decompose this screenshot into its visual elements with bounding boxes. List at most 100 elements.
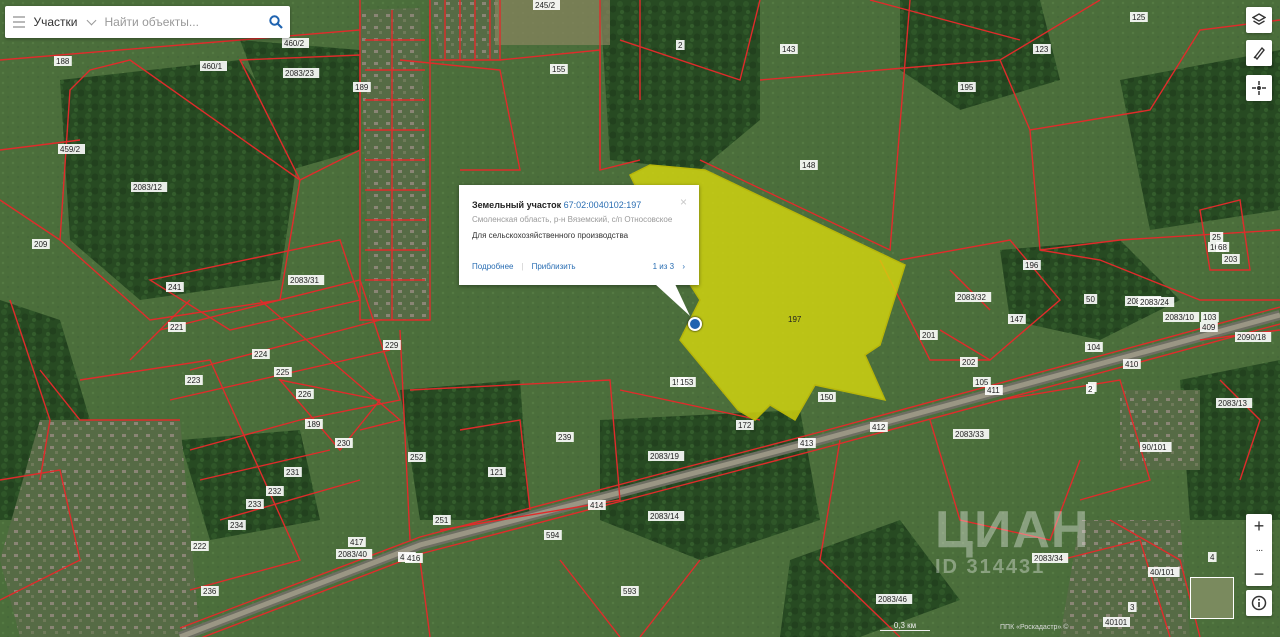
plot-label: 209 — [34, 240, 48, 249]
plot-label: 40/101 — [1150, 568, 1175, 577]
plot-label: 409 — [1202, 323, 1216, 332]
plot-label: 593 — [623, 587, 637, 596]
plot-label: 203 — [1224, 255, 1238, 264]
plot-label: 460/1 — [202, 62, 223, 71]
plot-label: 104 — [1087, 343, 1101, 352]
popup-pager[interactable]: 1 из 3 › — [653, 262, 685, 271]
plot-label: 2083/24 — [1140, 298, 1169, 307]
locate-button[interactable] — [1246, 75, 1272, 101]
parcel-popup: Земельный участок 67:02:0040102:197 × См… — [459, 185, 699, 285]
plot-label: 460/2 — [284, 39, 305, 48]
plot-label: 123 — [1035, 45, 1049, 54]
location-marker[interactable] — [688, 317, 702, 331]
plot-label: 221 — [170, 323, 184, 332]
plot-label: 224 — [254, 350, 268, 359]
plot-label: 189 — [355, 83, 369, 92]
plot-label: 2083/23 — [285, 69, 314, 78]
popup-object-type: Земельный участок — [472, 200, 562, 210]
plot-label: 232 — [268, 487, 282, 496]
plot-label: 150 — [820, 393, 834, 402]
plot-label: 414 — [590, 501, 604, 510]
plot-label: 2083/32 — [957, 293, 986, 302]
watermark: ЦИАН ID 314431 — [935, 500, 1089, 579]
pager-label: 1 из 3 — [652, 262, 675, 271]
plot-label: 2083/10 — [1165, 313, 1194, 322]
plot-label: 25 — [1212, 233, 1221, 242]
plot-label: 189 — [307, 420, 321, 429]
plot-label: 50 — [1086, 295, 1095, 304]
plot-label: 252 — [410, 453, 424, 462]
plot-label: 2083/33 — [955, 430, 984, 439]
plot-label: 2083/40 — [338, 550, 367, 559]
plot-label: 147 — [1010, 315, 1024, 324]
plot-label: 413 — [800, 439, 814, 448]
plot-label: 417 — [350, 538, 364, 547]
plot-label: 239 — [558, 433, 572, 442]
link-separator: | — [521, 262, 524, 271]
search-icon[interactable] — [262, 15, 291, 29]
search-bar: Участки — [5, 6, 290, 38]
plot-label: 236 — [203, 587, 217, 596]
plot-label: 148 — [802, 161, 816, 170]
plot-label: 2083/46 — [878, 595, 907, 604]
zoom-to-link[interactable]: Приблизить — [532, 262, 576, 271]
layer-select[interactable]: Участки — [34, 15, 103, 29]
plot-label: 188 — [56, 57, 70, 66]
close-icon[interactable]: × — [680, 195, 687, 209]
zoom-out-button[interactable]: − — [1246, 562, 1272, 586]
plot-label: 196 — [1025, 261, 1039, 270]
plot-label: 125 — [1132, 13, 1146, 22]
plot-label: 153 — [680, 378, 694, 387]
plot-label: 2083/12 — [133, 183, 162, 192]
plot-label: 201 — [922, 331, 936, 340]
layers-icon — [1252, 13, 1266, 26]
plot-label: 195 — [960, 83, 974, 92]
chevron-down-icon — [86, 15, 96, 25]
plot-label: 4 — [1210, 553, 1215, 562]
popup-cadastral-number[interactable]: 67:02:0040102:197 — [564, 200, 642, 210]
ruler-icon — [1253, 46, 1265, 60]
locate-icon — [1252, 81, 1266, 95]
plot-label: 230 — [337, 439, 351, 448]
plot-label: 2083/19 — [650, 452, 679, 461]
ruler-button[interactable] — [1246, 40, 1272, 66]
plot-label: 245/2 — [535, 1, 556, 10]
plot-label: 172 — [738, 421, 752, 430]
info-button[interactable] — [1246, 590, 1272, 616]
plot-label: 2083/13 — [1218, 399, 1247, 408]
plot-label: 2083/14 — [650, 512, 679, 521]
plot-label: 412 — [872, 423, 886, 432]
layer-select-label: Участки — [33, 15, 78, 29]
attribution: ППК «Роскадастр» © — [1000, 624, 1069, 631]
plot-label: 225 — [276, 368, 290, 377]
search-input[interactable] — [102, 14, 262, 30]
plot-label: 121 — [490, 468, 504, 477]
plot-label: 459/2 — [60, 145, 81, 154]
plot-label: 222 — [193, 542, 207, 551]
plot-label: 68 — [1218, 243, 1227, 252]
plot-label: 90/101 — [1142, 443, 1167, 452]
plot-label: 229 — [385, 341, 399, 350]
menu-icon[interactable] — [5, 16, 34, 28]
popup-title: Земельный участок 67:02:0040102:197 — [472, 200, 641, 210]
plot-label: 226 — [298, 390, 312, 399]
popup-permitted-use: Для сельскохозяйственного производства — [472, 231, 629, 240]
plot-label: 231 — [286, 468, 300, 477]
layers-button[interactable] — [1246, 7, 1272, 33]
plot-label: 2083/31 — [290, 276, 319, 285]
plot-label: 2090/18 — [1237, 333, 1266, 342]
zoom-in-button[interactable]: + — [1246, 514, 1272, 538]
plot-label: 223 — [187, 376, 201, 385]
more-link[interactable]: Подробнее — [472, 262, 514, 271]
plot-label: 40101 — [1105, 618, 1128, 627]
scale-bar: 0,3 км — [880, 621, 930, 631]
plot-label: 234 — [230, 521, 244, 530]
info-icon — [1251, 595, 1267, 611]
minimap-thumbnail[interactable] — [1190, 577, 1234, 619]
zoom-more-button[interactable]: ··· — [1246, 538, 1272, 562]
popup-links: Подробнее | Приблизить — [472, 262, 576, 271]
watermark-logo: ЦИАН — [935, 501, 1090, 559]
plot-label: 411 — [987, 386, 1000, 395]
plot-label: 594 — [546, 531, 560, 540]
plot-label: 241 — [168, 283, 182, 292]
